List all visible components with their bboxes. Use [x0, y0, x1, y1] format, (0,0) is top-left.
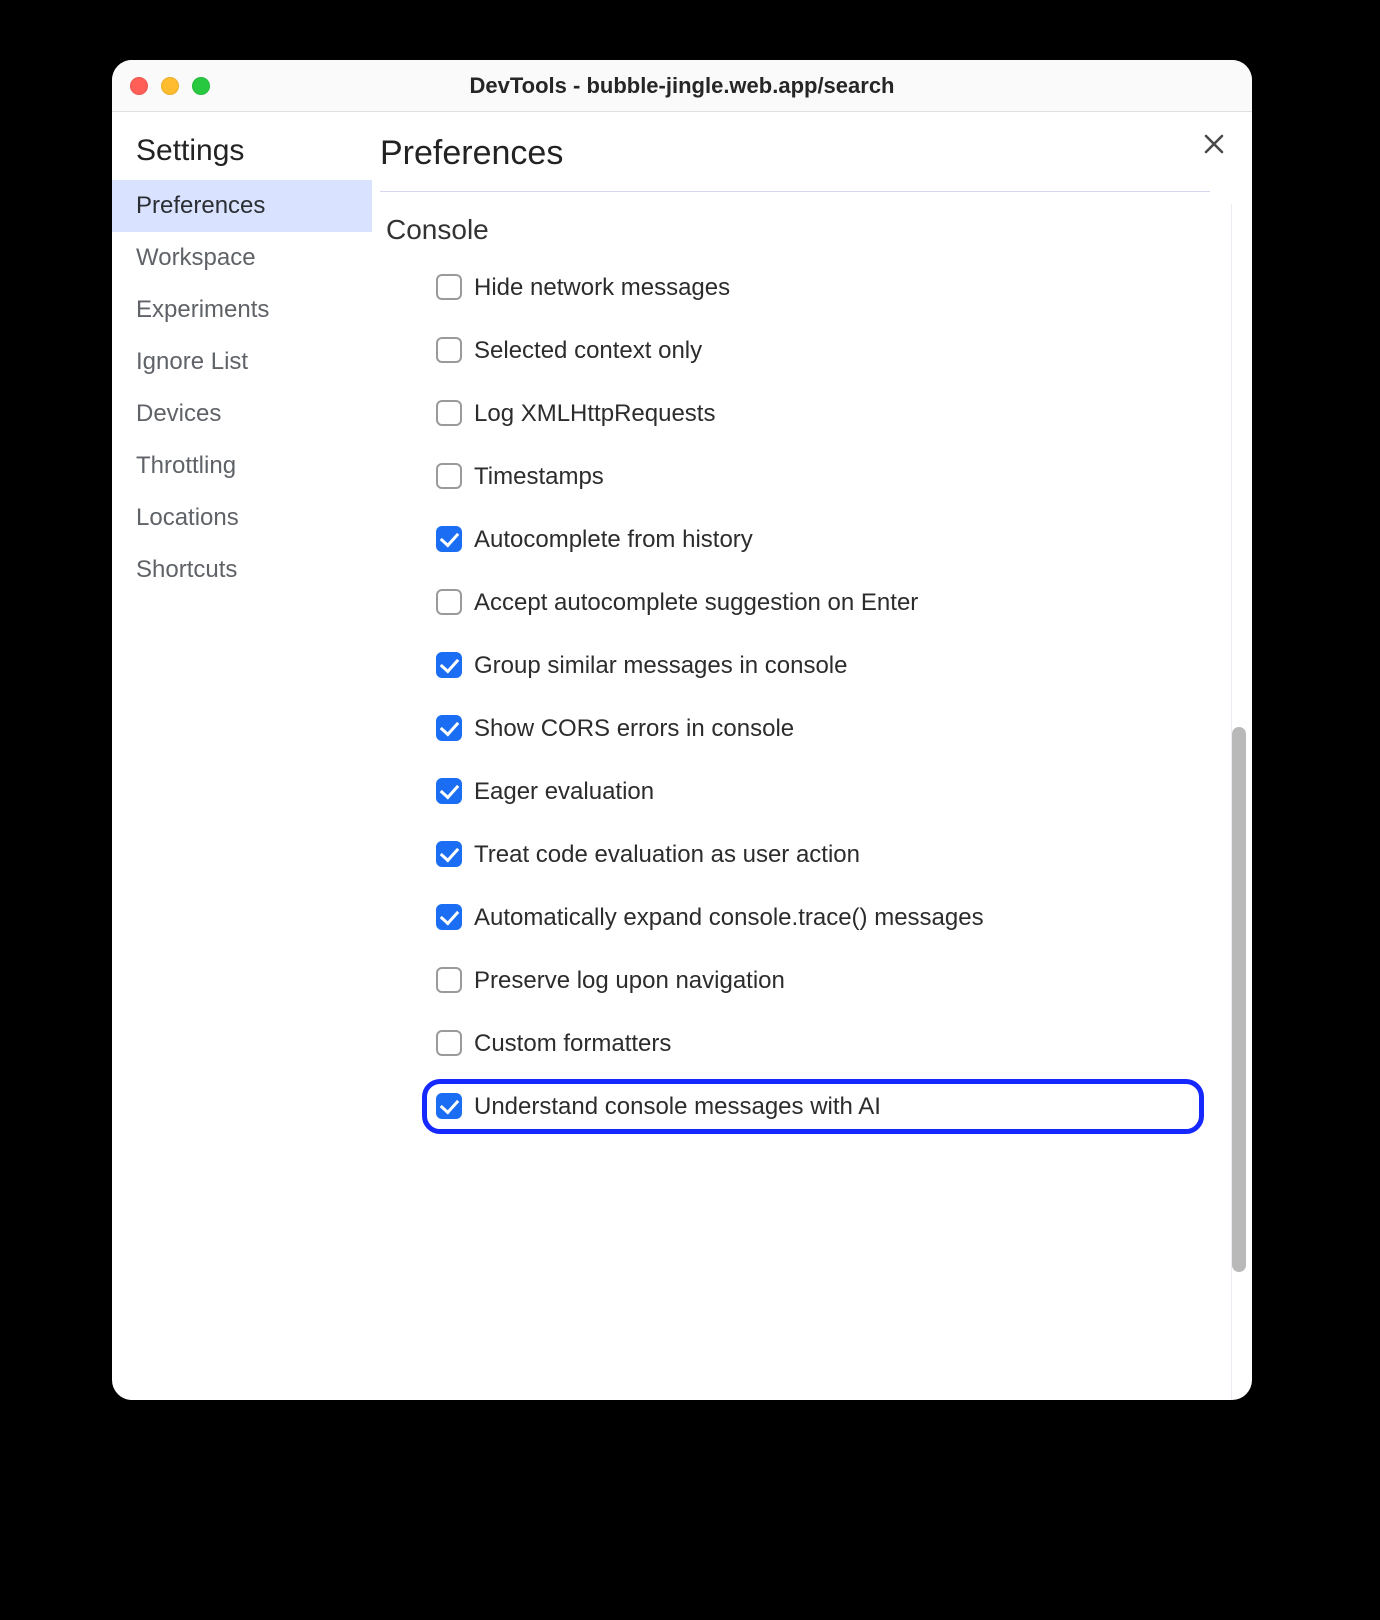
- option-row[interactable]: Custom formatters: [436, 1012, 1196, 1075]
- option-label: Preserve log upon navigation: [474, 965, 785, 996]
- option-label: Treat code evaluation as user action: [474, 839, 860, 870]
- settings-content: Preferences Console Hide network message…: [372, 112, 1252, 1400]
- option-label: Understand console messages with AI: [474, 1091, 881, 1122]
- sidebar-item-preferences[interactable]: Preferences: [112, 180, 372, 232]
- option-label: Automatically expand console.trace() mes…: [474, 902, 984, 933]
- vertical-scrollbar-thumb[interactable]: [1232, 727, 1246, 1272]
- window-minimize-button[interactable]: [161, 77, 179, 95]
- checkbox[interactable]: [436, 778, 462, 804]
- window-title: DevTools - bubble-jingle.web.app/search: [470, 73, 895, 99]
- option-label: Log XMLHttpRequests: [474, 398, 715, 429]
- page-title: Preferences: [380, 134, 1210, 192]
- sidebar-item-devices[interactable]: Devices: [112, 388, 372, 440]
- checkbox[interactable]: [436, 1030, 462, 1056]
- option-row[interactable]: Selected context only: [436, 319, 1196, 382]
- option-label: Show CORS errors in console: [474, 713, 794, 744]
- window-titlebar: DevTools - bubble-jingle.web.app/search: [112, 60, 1252, 112]
- checkbox[interactable]: [436, 967, 462, 993]
- option-label: Eager evaluation: [474, 776, 654, 807]
- option-label: Timestamps: [474, 461, 604, 492]
- window-close-button[interactable]: [130, 77, 148, 95]
- checkbox[interactable]: [436, 904, 462, 930]
- checkbox[interactable]: [436, 715, 462, 741]
- sidebar-item-ignore-list[interactable]: Ignore List: [112, 336, 372, 388]
- settings-sidebar: Settings PreferencesWorkspaceExperiments…: [112, 112, 372, 1400]
- option-label: Hide network messages: [474, 272, 730, 303]
- window-traffic-lights: [130, 77, 210, 95]
- option-row[interactable]: Automatically expand console.trace() mes…: [436, 886, 1196, 949]
- checkbox[interactable]: [436, 841, 462, 867]
- checkbox[interactable]: [436, 400, 462, 426]
- checkbox[interactable]: [436, 337, 462, 363]
- option-row[interactable]: Understand console messages with AI: [436, 1075, 1196, 1138]
- option-row[interactable]: Autocomplete from history: [436, 508, 1196, 571]
- option-row[interactable]: Treat code evaluation as user action: [436, 823, 1196, 886]
- checkbox[interactable]: [436, 463, 462, 489]
- option-label: Selected context only: [474, 335, 702, 366]
- sidebar-item-locations[interactable]: Locations: [112, 492, 372, 544]
- console-options-list: Hide network messages Selected context on…: [380, 256, 1216, 1138]
- sidebar-item-experiments[interactable]: Experiments: [112, 284, 372, 336]
- checkbox[interactable]: [436, 589, 462, 615]
- option-row[interactable]: Eager evaluation: [436, 760, 1196, 823]
- window-maximize-button[interactable]: [192, 77, 210, 95]
- checkbox[interactable]: [436, 526, 462, 552]
- option-row[interactable]: Accept autocomplete suggestion on Enter: [436, 571, 1196, 634]
- option-label: Custom formatters: [474, 1028, 671, 1059]
- sidebar-item-throttling[interactable]: Throttling: [112, 440, 372, 492]
- sidebar-item-workspace[interactable]: Workspace: [112, 232, 372, 284]
- sidebar-title: Settings: [112, 134, 372, 180]
- devtools-settings-window: DevTools - bubble-jingle.web.app/search …: [112, 60, 1252, 1400]
- section-console-title: Console: [386, 214, 1216, 246]
- option-label: Autocomplete from history: [474, 524, 753, 555]
- option-row[interactable]: Timestamps: [436, 445, 1196, 508]
- checkbox[interactable]: [436, 652, 462, 678]
- option-row[interactable]: Hide network messages: [436, 256, 1196, 319]
- sidebar-item-shortcuts[interactable]: Shortcuts: [112, 544, 372, 596]
- sidebar-nav-list: PreferencesWorkspaceExperimentsIgnore Li…: [112, 180, 372, 596]
- checkbox[interactable]: [436, 274, 462, 300]
- option-row[interactable]: Preserve log upon navigation: [436, 949, 1196, 1012]
- option-label: Accept autocomplete suggestion on Enter: [474, 587, 918, 618]
- option-row[interactable]: Log XMLHttpRequests: [436, 382, 1196, 445]
- option-row[interactable]: Show CORS errors in console: [436, 697, 1196, 760]
- checkbox[interactable]: [436, 1093, 462, 1119]
- option-label: Group similar messages in console: [474, 650, 848, 681]
- option-row[interactable]: Group similar messages in console: [436, 634, 1196, 697]
